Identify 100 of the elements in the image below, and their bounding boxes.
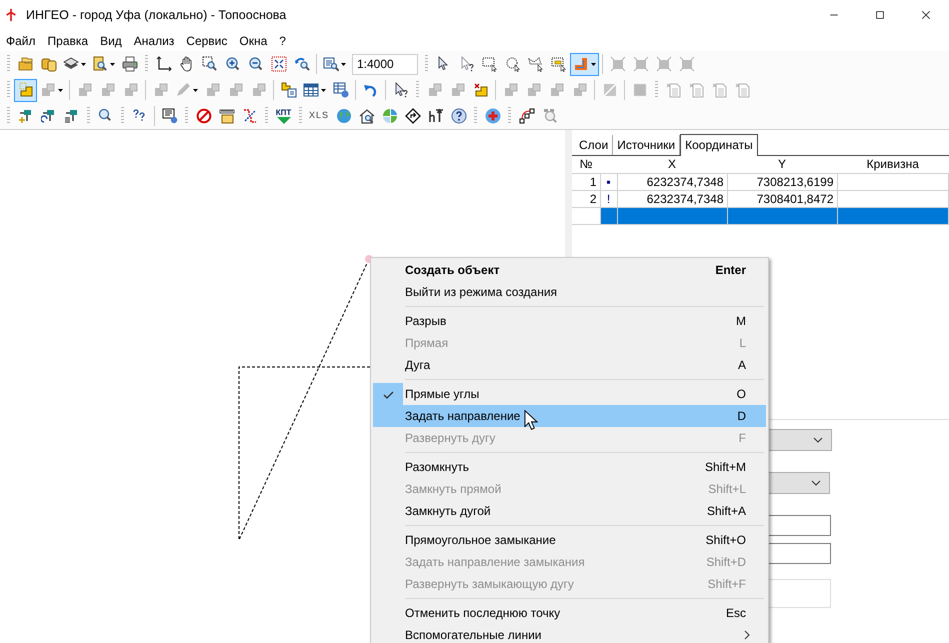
table-row[interactable]	[572, 207, 948, 224]
shapes-icon	[122, 82, 138, 98]
point-marker: !	[600, 190, 617, 207]
menu-item[interactable]: Разомкнуть Shift+M	[373, 456, 766, 478]
menu-item[interactable]: Выйти из режима создания	[373, 281, 766, 303]
caret-icon	[321, 88, 326, 92]
shortcut-text: Shift+D	[706, 554, 747, 571]
table-cell: 7308401,8472	[727, 190, 837, 207]
table-row[interactable]: 1 ▪ 6232374,7348 7308213,6199	[572, 173, 948, 190]
table-icon	[303, 82, 319, 98]
shortcut-text: Shift+M	[704, 459, 747, 476]
menu-item[interactable]: Отменить последнюю точку Esc	[373, 602, 766, 624]
menu-item[interactable]: Правка	[42, 30, 94, 50]
caret-icon	[193, 88, 198, 92]
cadastre-button[interactable]: КПТ	[272, 104, 295, 128]
scale-field[interactable]: 1:4000	[352, 54, 418, 74]
shortcut-text: Shift+L	[708, 481, 747, 498]
delete-shape-icon	[472, 82, 488, 98]
house-search-icon	[358, 108, 375, 124]
squares-arrows-icon	[678, 56, 694, 72]
shapes-icon	[426, 82, 442, 98]
pointer-question-icon	[392, 82, 408, 98]
menu-item[interactable]: Прямые углы O	[373, 383, 766, 405]
shapes-icon	[228, 82, 244, 98]
pin-undo-icon	[40, 108, 56, 124]
point-marker: ▪	[600, 173, 617, 190]
table-cell: 6232374,7348	[617, 173, 727, 190]
add-icon	[484, 108, 501, 124]
menu-item[interactable]: Создать объект Enter	[373, 259, 766, 281]
shapes-icon	[76, 82, 92, 98]
caret-icon	[58, 88, 63, 92]
shapes-icon	[152, 82, 168, 98]
document-icon	[712, 82, 728, 98]
shapes-icon	[40, 82, 56, 98]
chevron-icon	[813, 437, 823, 443]
caret-icon	[341, 62, 346, 66]
document-icon	[666, 82, 682, 98]
angle-shape-icon	[573, 56, 589, 72]
printer-icon	[122, 56, 138, 72]
undo-icon	[362, 82, 378, 98]
shortcut-text: Esc	[726, 605, 747, 622]
angle-shape-icon	[18, 82, 34, 98]
shapes-icon	[572, 82, 588, 98]
shortcut-text: F	[738, 430, 747, 447]
shortcut-text: A	[738, 357, 747, 374]
pin-list-icon	[64, 108, 80, 124]
zoom-in-icon	[224, 56, 240, 72]
mouse-pointer-icon	[524, 409, 538, 431]
squares-arrows-icon	[610, 56, 626, 72]
squares-arrows-icon	[656, 56, 672, 72]
triangle-icon	[276, 116, 290, 124]
ruler-icon	[218, 108, 234, 124]
list-zoom-icon	[323, 56, 339, 72]
chevron-icon	[811, 480, 821, 486]
axes-icon	[156, 56, 172, 72]
shapes-icon	[250, 82, 266, 98]
height-icon	[428, 108, 444, 124]
search-icon	[542, 108, 558, 124]
tab[interactable]: Координаты	[680, 134, 758, 156]
squares-arrows-icon	[632, 56, 648, 72]
zoom-area-icon	[202, 56, 218, 72]
shortcut-text: L	[739, 335, 747, 352]
road-sign-icon	[404, 108, 421, 124]
export-button[interactable]: XLS	[306, 104, 332, 128]
row-number: 1	[572, 173, 600, 190]
menu-item[interactable]: Анализ	[128, 30, 180, 50]
menu-item[interactable]: Дуга A	[373, 354, 766, 376]
menu-item[interactable]: Задать направление D	[373, 405, 766, 427]
diagonal-square-icon	[602, 82, 618, 98]
row-number: 2	[572, 190, 600, 207]
circle-select-icon	[504, 56, 520, 72]
shortcut-text: Shift+O	[706, 532, 747, 549]
table-help-icon	[332, 82, 348, 98]
column-header: Кривизна	[837, 156, 948, 173]
app-icon	[4, 8, 18, 22]
menu-item[interactable]: Прямоугольное замыкание Shift+O	[373, 529, 766, 551]
menu-item[interactable]: Файл	[0, 30, 42, 50]
menu-item[interactable]: ?	[273, 30, 292, 50]
menu-item[interactable]: Вид	[94, 30, 128, 50]
shortcut-text: M	[736, 313, 747, 330]
shortcut-text: Enter	[715, 262, 747, 279]
menu-item[interactable]: Разрыв M	[373, 310, 766, 332]
shapes-icon	[100, 82, 116, 98]
tab[interactable]: Слои	[575, 135, 614, 155]
table-row[interactable]: 2 ! 6232374,7348 7308401,8472	[572, 190, 948, 207]
menu-item[interactable]: Вспомогательные линии	[373, 624, 766, 643]
pointer-question-icon	[458, 56, 474, 72]
pin-add-icon	[18, 108, 34, 124]
zoom-out-icon	[248, 56, 264, 72]
menu-item[interactable]: Замкнуть дугой Shift+A	[373, 500, 766, 522]
shapes-icon	[502, 82, 518, 98]
menu-item[interactable]: Сервис	[180, 30, 234, 50]
menu-item[interactable]: Окна	[233, 30, 274, 50]
column-header: №	[572, 156, 600, 173]
rectangle-select-icon	[482, 56, 498, 72]
folder-icon	[18, 56, 34, 72]
document-search-icon	[92, 56, 108, 72]
shapes-icon	[204, 82, 220, 98]
help-icon	[450, 108, 467, 124]
caret-icon	[591, 62, 596, 66]
